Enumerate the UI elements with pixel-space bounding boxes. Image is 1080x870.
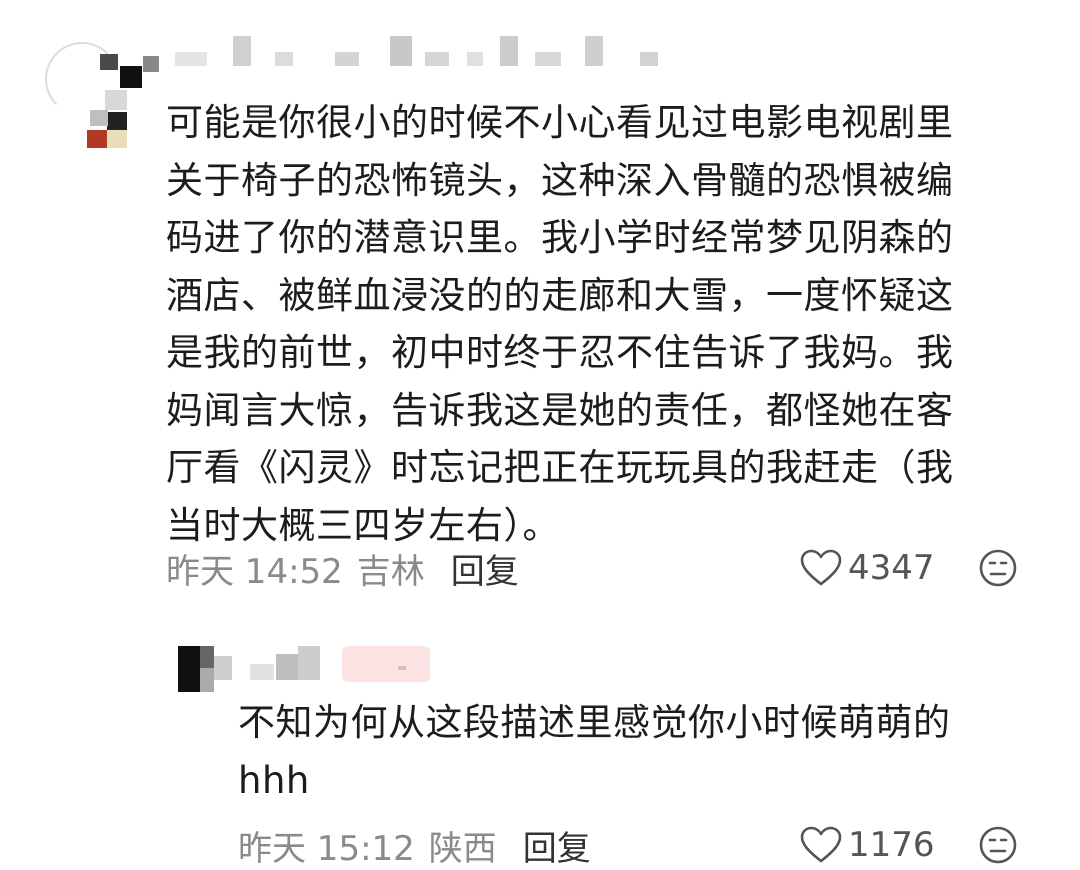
comment-body: 不知为何从这段描述里感觉你小时候萌萌的 hhh [238,694,1038,809]
timestamp: 昨天 14:52 [166,551,343,592]
comment-line: 不知为何从这段描述里感觉你小时候萌萌的 [238,701,951,744]
comment-body: 可能是你很小的时候不小心看见过电影电视剧里 关于椅子的恐怖镜头，这种深入骨髓的恐… [166,94,1056,554]
comment-line: 厅看《闪灵》时忘记把正在玩玩具的我赶走（我 [166,446,954,489]
heart-outline-icon [800,826,842,863]
comment-line: 码进了你的潜意识里。我小学时经常梦见阴森的 [166,216,954,259]
ip-location: 吉林 [356,551,425,592]
comment-line: 是我的前世，初中时终于忍不住告诉了我妈。我 [166,331,954,374]
like-count: 4347 [848,548,935,588]
heart-outline-icon [800,549,842,586]
like-count: 1176 [848,825,935,865]
username-blurred[interactable] [175,32,675,72]
comment-line: hhh [238,758,310,802]
ip-location: 陕西 [428,828,497,869]
like-button[interactable]: 1176 [800,822,935,868]
comment-line: 酒店、被鲜血浸没的的走廊和大雪，一度怀疑这 [166,273,954,317]
reply-button[interactable]: 回复 [523,821,591,870]
avatar[interactable] [45,42,159,148]
username-blurred[interactable] [250,646,440,686]
like-button[interactable]: 4347 [800,545,935,591]
comment-line: 关于椅子的恐怖镜头，这种深入骨髓的恐惧被编 [166,158,954,202]
meh-face-icon[interactable] [978,825,1018,865]
meh-face-icon[interactable] [978,548,1018,588]
comment-line: 可能是你很小的时候不小心看见过电影电视剧里 [166,101,954,144]
comment-meta: 昨天 15:12 陕西 回复 [238,821,591,870]
comment-line: 妈闻言大惊，告诉我这是她的责任，都怪她在客 [166,388,954,432]
reply-button[interactable]: 回复 [451,544,519,593]
timestamp: 昨天 15:12 [238,828,415,869]
comment-meta: 昨天 14:52 吉林 回复 [166,544,519,593]
avatar[interactable] [178,646,240,696]
